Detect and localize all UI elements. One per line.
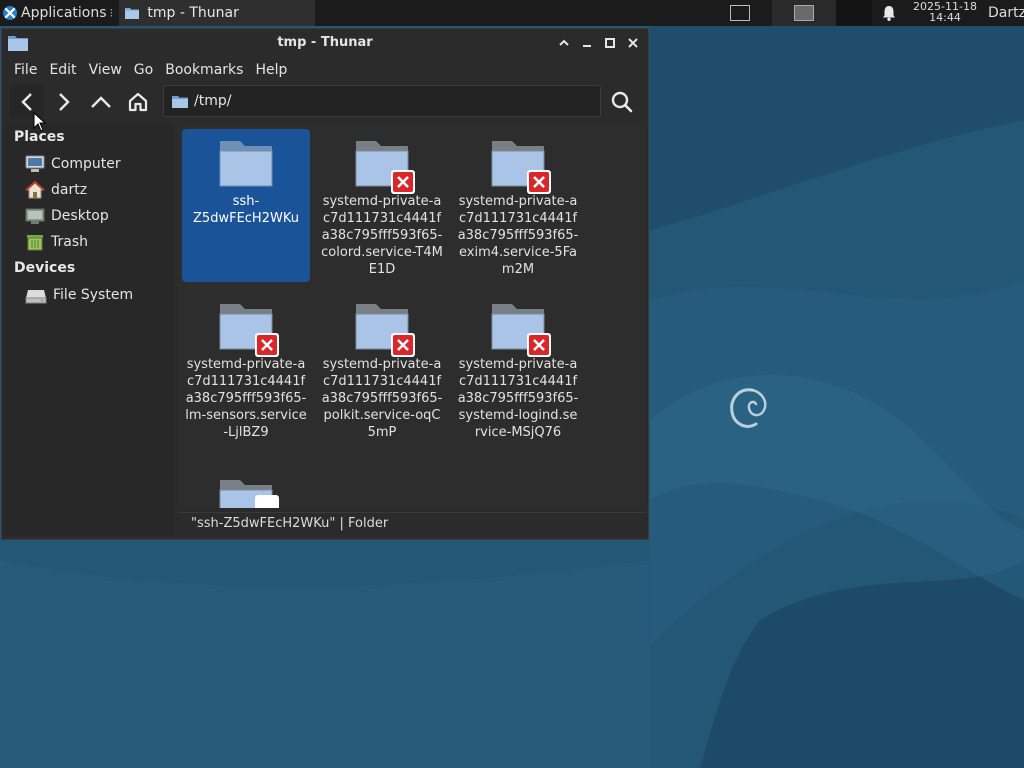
status-bar: "ssh-Z5dwFEcH2WKu" | Folder (178, 512, 646, 537)
sidebar-item-dartz[interactable]: dartz (25, 179, 87, 201)
menu-view[interactable]: View (83, 62, 128, 78)
chevron-left-icon (21, 93, 32, 111)
taskbar-button-thunar[interactable]: tmp - Thunar (119, 0, 316, 26)
close-icon (627, 37, 638, 48)
toolbar: /tmp/ (2, 83, 648, 121)
sidebar-item-desktop[interactable]: Desktop (25, 205, 109, 227)
search-icon (611, 91, 633, 113)
clock-time: 14:44 (929, 11, 961, 24)
drive-icon (25, 290, 47, 304)
panel-clock[interactable]: 2025-11-18 14:44 (906, 1, 984, 23)
menu-edit[interactable]: Edit (43, 62, 82, 78)
home-button[interactable] (121, 85, 155, 119)
devices-heading: Devices (14, 260, 76, 276)
computer-icon (25, 155, 45, 172)
search-button[interactable] (605, 85, 639, 119)
chevron-up-icon (91, 96, 111, 108)
window-maximize-button[interactable] (600, 33, 619, 52)
minimize-icon (582, 44, 591, 47)
mouse-cursor-icon (33, 112, 47, 132)
parent-folder-button[interactable] (84, 85, 118, 119)
locked-emblem-icon (391, 170, 415, 194)
location-bar[interactable]: /tmp/ (163, 85, 601, 117)
taskbar-label: tmp - Thunar (147, 5, 239, 21)
workspace-2-button[interactable] (772, 0, 836, 26)
sidebar-item-file-system[interactable]: File System (25, 284, 133, 306)
applications-label: Applications (21, 5, 107, 21)
menu-bookmarks[interactable]: Bookmarks (159, 62, 249, 78)
locked-emblem-icon (391, 333, 415, 357)
sidebar-item-label: Computer (51, 156, 121, 172)
window-title: tmp - Thunar (277, 35, 373, 50)
notification-bell-icon[interactable] (880, 4, 898, 22)
applications-menu-button[interactable]: Applications ⁝ (0, 0, 117, 26)
trash-icon (27, 235, 43, 251)
file-item[interactable]: systemd-private-ac7d111731c4441fa38c795f… (182, 292, 310, 441)
file-name-label: ssh- Z5dwFEcH2WKu (193, 194, 299, 226)
location-path: /tmp/ (194, 93, 232, 109)
file-item[interactable] (182, 474, 310, 508)
status-text: "ssh-Z5dwFEcH2WKu" | Folder (191, 516, 389, 531)
folder-icon (172, 95, 188, 108)
sidebar-item-label: Trash (51, 234, 88, 250)
file-name-label: systemd-private-ac7d111731c4441fa38c795f… (321, 357, 443, 440)
maximize-icon (604, 37, 615, 48)
workspace-1-button[interactable] (708, 0, 772, 26)
file-name-label: systemd-private-ac7d111731c4441fa38c795f… (321, 194, 443, 277)
workspace-icon (730, 5, 750, 21)
file-item[interactable]: systemd-private-ac7d111731c4441fa38c795f… (318, 129, 446, 278)
chevron-right-icon (59, 93, 70, 111)
xfce-logo-icon (3, 6, 17, 20)
thunar-window: tmp - Thunar File Edit View Go Bookmarks… (1, 28, 649, 540)
workspace-3-button[interactable] (836, 0, 872, 26)
folder-icon (219, 141, 273, 187)
folder-icon (125, 8, 140, 19)
file-item[interactable]: systemd-private-ac7d111731c4441fa38c795f… (454, 129, 582, 278)
debian-swirl-logo (730, 388, 767, 428)
sidebar-item-label: dartz (51, 182, 88, 198)
menu-help[interactable]: Help (249, 62, 293, 78)
window-titlebar[interactable]: tmp - Thunar (2, 29, 648, 57)
window-close-button[interactable] (623, 33, 642, 52)
sidebar-item-trash[interactable]: Trash (25, 231, 88, 253)
top-panel: Applications ⁝ tmp - Thunar 2025-11-18 1… (0, 0, 1024, 26)
file-name-label: systemd-private-ac7d111731c4441fa38c795f… (457, 194, 579, 277)
window-minimize-button[interactable] (577, 33, 596, 52)
menu-go[interactable]: Go (128, 62, 159, 78)
menu-bar: File Edit View Go Bookmarks Help (2, 57, 648, 83)
file-name-label: systemd-private-ac7d111731c4441fa38c795f… (457, 357, 579, 440)
file-item[interactable]: systemd-private-ac7d111731c4441fa38c795f… (454, 292, 582, 441)
desktop-icon (25, 208, 45, 224)
sidebar: Places Computer dartz Desktop Trash Devi… (5, 124, 175, 536)
locked-emblem-icon (527, 170, 551, 194)
workspace-icon (794, 5, 814, 21)
panel-separator: ⁝ (109, 6, 114, 20)
home-icon (128, 92, 148, 112)
file-item[interactable]: systemd-private-ac7d111731c4441fa38c795f… (318, 292, 446, 441)
file-item[interactable]: ssh- Z5dwFEcH2WKu (182, 129, 310, 282)
user-menu-button[interactable]: Dartz (988, 0, 1024, 26)
file-name-label: systemd-private-ac7d111731c4441fa38c795f… (185, 357, 307, 440)
forward-button[interactable] (47, 85, 81, 119)
file-icon-view[interactable]: ssh- Z5dwFEcH2WKu systemd-private-ac7d111… (178, 124, 646, 508)
window-shade-button[interactable] (554, 33, 573, 52)
menu-file[interactable]: File (8, 62, 43, 78)
locked-emblem-icon (255, 495, 279, 508)
home-icon (25, 181, 45, 199)
chevron-up-icon (558, 39, 569, 46)
sidebar-item-label: File System (53, 287, 134, 303)
locked-emblem-icon (527, 333, 551, 357)
locked-emblem-icon (255, 333, 279, 357)
sidebar-item-label: Desktop (51, 208, 109, 224)
sidebar-item-computer[interactable]: Computer (25, 153, 121, 175)
